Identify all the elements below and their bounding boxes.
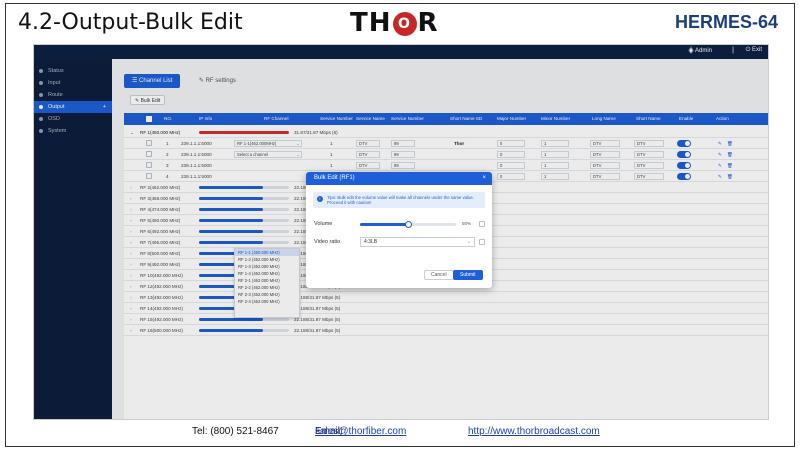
footer-phone: Tel: (800) 521-8467 [192, 426, 279, 437]
dialog-title: Bulk Edit (RF1) [314, 175, 355, 181]
thor-logo: TH O R [350, 8, 439, 38]
tip-banner: i Tips: Bulk edit the volume value will … [313, 192, 485, 208]
website-link[interactable]: http://www.thorbroadcast.com [468, 426, 600, 437]
app-screenshot: | ◉ Admin | ⏻ Exit Status Input Route Ou… [33, 44, 769, 420]
bulk-edit-dialog: Bulk Edit (RF1) × i Tips: Bulk edit the … [306, 172, 492, 288]
volume-checkbox[interactable] [479, 221, 485, 227]
slide: 4.2-Output-Bulk Edit TH O R HERMES-64 | ◉ … [0, 0, 800, 450]
dialog-header: Bulk Edit (RF1) × [306, 172, 492, 185]
email-link[interactable]: sales@thorfiber.com [315, 426, 406, 437]
slide-title: 4.2-Output-Bulk Edit [18, 10, 243, 35]
volume-slider-handle[interactable] [405, 221, 412, 228]
video-ratio-select[interactable]: 4:3LB ⌄ [360, 237, 475, 247]
volume-slider-fill [360, 223, 408, 226]
volume-value: 50% [462, 221, 472, 226]
tip-text: Tips: Bulk edit the volume value will ma… [327, 195, 474, 205]
product-name: HERMES-64 [674, 12, 778, 32]
volume-slider[interactable] [360, 221, 456, 228]
volume-label: Volume [314, 221, 333, 227]
cancel-button[interactable]: Cancel [424, 270, 454, 280]
submit-button[interactable]: Submit [453, 270, 483, 280]
video-ratio-label: Video ratio [314, 239, 341, 245]
close-icon[interactable]: × [482, 172, 486, 185]
info-icon: i [317, 196, 323, 202]
slide-footer: Tel: (800) 521-8467 Email: sales@thorfib… [0, 426, 800, 444]
chevron-down-icon: ⌄ [466, 239, 471, 245]
video-ratio-value: 4:3LB [364, 239, 378, 245]
video-ratio-checkbox[interactable] [479, 239, 485, 245]
